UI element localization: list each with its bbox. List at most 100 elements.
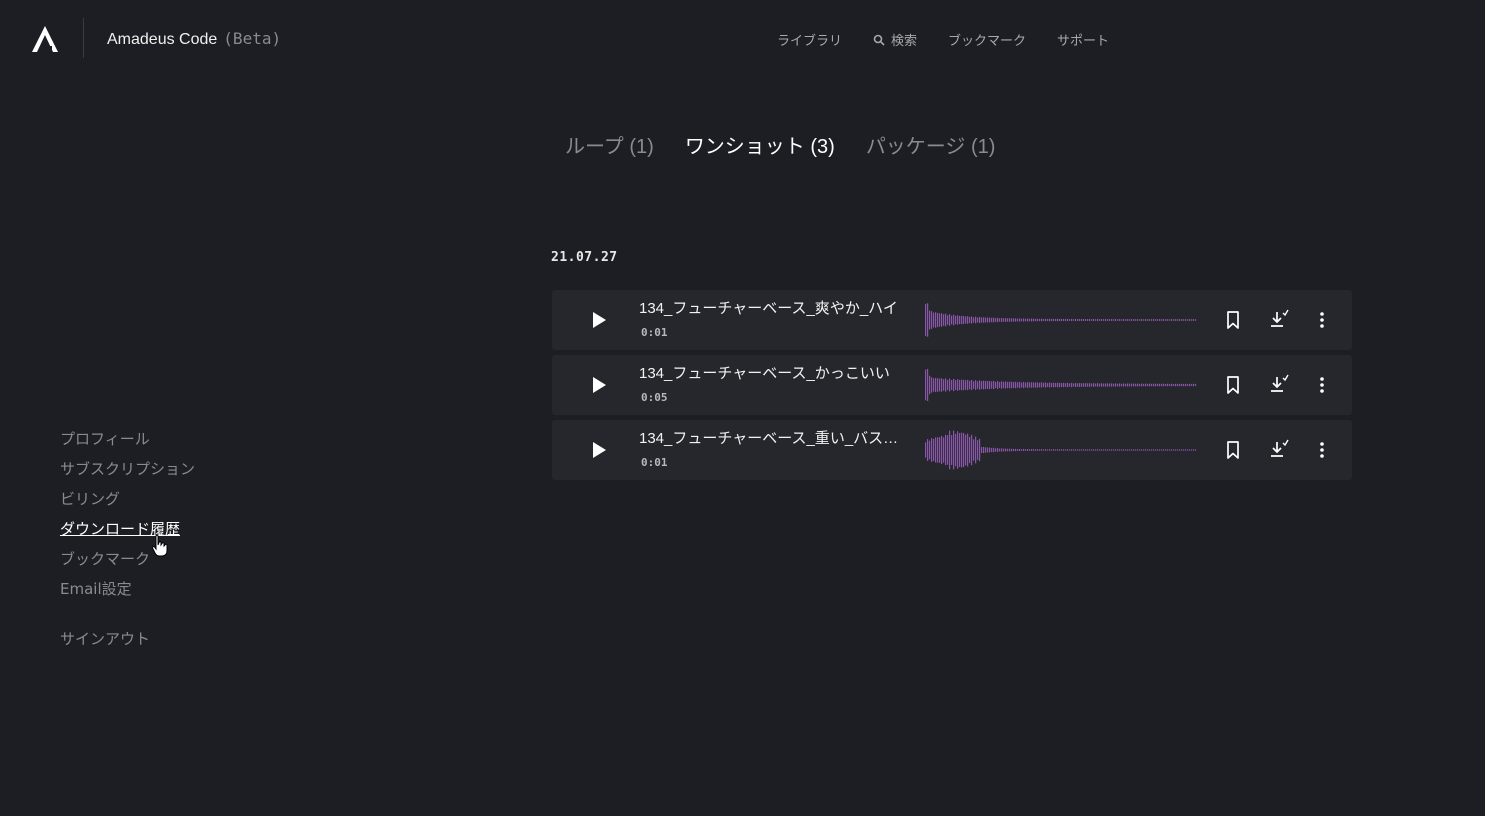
waveform-bar <box>1059 318 1061 322</box>
play-icon[interactable] <box>588 375 608 395</box>
waveform-bar <box>1125 449 1127 451</box>
waveform-bar <box>1189 449 1191 451</box>
waveform-bar <box>1001 381 1003 389</box>
more-options-icon[interactable] <box>1312 440 1332 460</box>
waveform-bar <box>1089 319 1091 321</box>
waveform-bar <box>1077 383 1079 387</box>
waveform-bar <box>1009 318 1011 322</box>
sidebar-item-email-settings[interactable]: Email設定 <box>60 579 195 609</box>
waveform-bar <box>1015 381 1017 389</box>
waveform-bar <box>1043 318 1045 322</box>
waveform-bar <box>959 379 961 391</box>
waveform-bar <box>1179 449 1181 451</box>
nav-search[interactable]: 検索 <box>873 30 917 49</box>
sidebar-item-subscription[interactable]: サブスクリプション <box>60 459 195 489</box>
waveform-bar <box>1039 382 1041 388</box>
nav-library[interactable]: ライブラリ <box>777 30 842 49</box>
waveform-bar <box>965 380 967 390</box>
waveform-bar <box>1095 449 1097 451</box>
waveform-bar <box>1183 449 1185 451</box>
waveform-bar <box>1093 318 1095 322</box>
download-done-icon[interactable] <box>1268 438 1290 460</box>
sidebar-item-signout[interactable]: サインアウト <box>60 629 195 659</box>
sidebar-item-bookmarks[interactable]: ブックマーク <box>60 549 195 579</box>
waveform[interactable] <box>925 298 1200 342</box>
waveform-bar <box>957 431 959 469</box>
waveform-bar <box>1007 448 1009 452</box>
nav-bookmarks[interactable]: ブックマーク <box>948 30 1026 49</box>
waveform-bar <box>1107 383 1109 387</box>
waveform-bar <box>1133 449 1135 451</box>
waveform-bar <box>1071 318 1073 322</box>
waveform-bar <box>1169 449 1171 451</box>
waveform-bar <box>1047 319 1049 321</box>
waveform-bar <box>967 316 969 324</box>
waveform-bar <box>975 316 977 324</box>
waveform-bar <box>939 437 941 463</box>
waveform-bar <box>925 303 927 337</box>
waveform-bar <box>1003 381 1005 389</box>
tab-packages[interactable]: パッケージ (1) <box>866 130 996 159</box>
bookmark-icon[interactable] <box>1223 440 1243 460</box>
waveform-bar <box>939 378 941 392</box>
waveform-bar <box>953 378 955 392</box>
waveform-bar <box>1177 449 1179 451</box>
waveform-bar <box>1153 449 1155 451</box>
waveform-bar <box>959 315 961 325</box>
waveform-bar <box>1073 383 1075 387</box>
waveform-bar <box>949 314 951 326</box>
waveform-bar <box>1101 449 1103 451</box>
waveform-bar <box>993 447 995 453</box>
waveform-bar <box>1067 449 1069 451</box>
waveform-bar <box>1083 319 1085 321</box>
sidebar-item-download-history[interactable]: ダウンロード履歴 <box>60 519 195 549</box>
waveform-bar <box>1083 449 1085 451</box>
waveform-bar <box>1071 382 1073 388</box>
waveform-bar <box>1123 449 1125 451</box>
waveform-bar <box>1051 319 1053 321</box>
waveform[interactable] <box>925 363 1200 407</box>
waveform-bar <box>1093 449 1095 451</box>
waveform-bar <box>981 381 983 389</box>
waveform-bar <box>1025 382 1027 388</box>
waveform-bar <box>1075 449 1077 451</box>
waveform-bar <box>1153 383 1155 387</box>
top-nav: ライブラリ 検索 ブックマーク サポート <box>777 30 1109 49</box>
sidebar-item-profile[interactable]: プロフィール <box>60 429 195 459</box>
waveform-bar <box>1149 383 1151 387</box>
waveform-bar <box>979 438 981 462</box>
more-options-icon[interactable] <box>1312 310 1332 330</box>
waveform-bar <box>929 375 931 395</box>
waveform-bar <box>951 315 953 325</box>
waveform-bar <box>1145 449 1147 451</box>
more-options-icon[interactable] <box>1312 375 1332 395</box>
waveform-bar <box>1041 449 1043 451</box>
play-icon[interactable] <box>588 440 608 460</box>
waveform-bar <box>1135 319 1137 321</box>
download-done-icon[interactable] <box>1268 373 1290 395</box>
waveform-bar <box>1045 318 1047 322</box>
waveform-bar <box>1121 449 1123 451</box>
tab-loops[interactable]: ループ (1) <box>565 130 654 159</box>
sidebar-item-billing[interactable]: ビリング <box>60 489 195 519</box>
waveform-bar <box>985 447 987 453</box>
app-title: Amadeus Code (Beta) <box>107 29 281 49</box>
bookmark-icon[interactable] <box>1223 310 1243 330</box>
waveform-bar <box>1005 381 1007 389</box>
tab-oneshots[interactable]: ワンショット (3) <box>685 130 835 159</box>
bookmark-icon[interactable] <box>1223 375 1243 395</box>
waveform[interactable] <box>925 428 1200 472</box>
download-done-icon[interactable] <box>1268 308 1290 330</box>
waveform-bar <box>1157 383 1159 387</box>
waveform-bar <box>1097 383 1099 387</box>
waveform-bar <box>1111 319 1113 321</box>
waveform-bar <box>1171 383 1173 387</box>
waveform-bar <box>979 380 981 390</box>
amadeus-logo-icon[interactable] <box>30 24 60 54</box>
waveform-bar <box>941 435 943 465</box>
waveform-bar <box>961 315 963 325</box>
play-icon[interactable] <box>588 310 608 330</box>
waveform-bar <box>1131 383 1133 387</box>
waveform-bar <box>1193 449 1195 451</box>
nav-support[interactable]: サポート <box>1057 30 1109 49</box>
